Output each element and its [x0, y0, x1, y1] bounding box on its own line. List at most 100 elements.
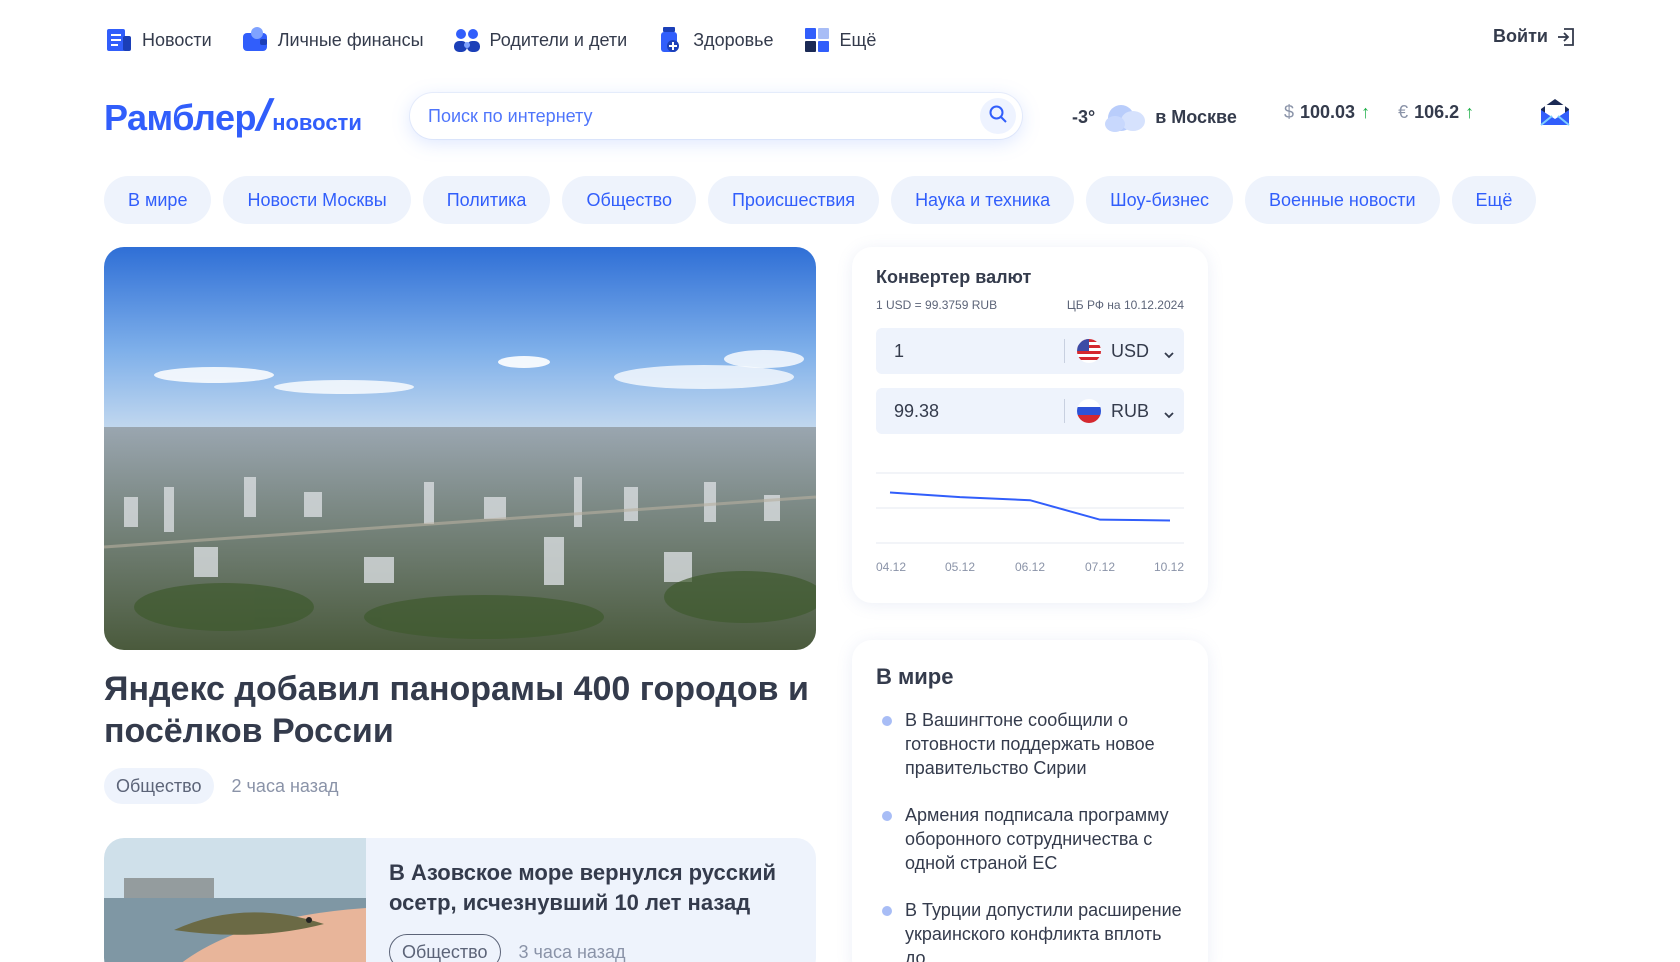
- hero-tag[interactable]: Общество: [104, 768, 214, 804]
- world-news-list: В Вашингтоне сообщили о готовности подде…: [876, 708, 1184, 962]
- currency-from-code: USD: [1111, 340, 1150, 361]
- grid-icon: [802, 25, 832, 55]
- amount-to-input[interactable]: [894, 400, 1064, 422]
- nav-item-family[interactable]: Родители и дети: [452, 25, 628, 55]
- x-tick-label: 05.12: [945, 560, 975, 574]
- rambler-logo[interactable]: Рамблер / новости: [104, 91, 362, 140]
- world-news-widget: В мире В Вашингтоне сообщили о готовност…: [852, 640, 1208, 962]
- nav-item-label: Родители и дети: [489, 29, 628, 50]
- chevron-down-icon: [1163, 345, 1175, 359]
- hero-image[interactable]: [104, 247, 816, 650]
- search-button[interactable]: [980, 98, 1016, 134]
- x-tick-label: 06.12: [1015, 560, 1045, 574]
- x-tick-label: 10.12: [1154, 560, 1184, 574]
- hero-time: 2 часа назад: [231, 775, 339, 796]
- rate-value: 106.2: [1414, 102, 1460, 122]
- rate-chart-svg: 04.12 05.12 06.12 07.12 10.12: [876, 472, 1184, 574]
- hero-headline[interactable]: Яндекс добавил панорамы 400 городов и по…: [104, 668, 824, 752]
- currency-to-select[interactable]: RUB: [1077, 399, 1175, 423]
- login-button[interactable]: Войти: [1493, 26, 1576, 47]
- x-tick-label: 04.12: [876, 560, 906, 574]
- search-input[interactable]: [428, 105, 980, 127]
- chip-moscow[interactable]: Новости Москвы: [223, 176, 411, 224]
- nav-item-label: Здоровье: [693, 29, 774, 50]
- search-bar: [410, 93, 1022, 139]
- logo-section: новости: [272, 110, 362, 135]
- currency-rates: $ 100.03 ↑ € 106.2 ↑: [1284, 102, 1502, 123]
- chip-showbiz[interactable]: Шоу-бизнес: [1086, 176, 1234, 224]
- bullet-dot: [882, 906, 892, 916]
- medicine-icon: [655, 25, 685, 55]
- mail-icon[interactable]: [1538, 96, 1572, 130]
- nav-item-more[interactable]: Ещё: [802, 25, 877, 55]
- rate-value: 100.03: [1300, 102, 1356, 122]
- logo-brand: Рамблер: [104, 97, 256, 138]
- chip-science[interactable]: Наука и техника: [891, 176, 1075, 224]
- news-text: В Турции допустили расширение украинског…: [905, 900, 1182, 962]
- cloud-icon: [1101, 100, 1149, 134]
- euro-sign: €: [1398, 102, 1409, 122]
- series-line: [889, 491, 1171, 522]
- converter-title: Конвертер валют: [876, 267, 1032, 287]
- arrow-up-icon: ↑: [1465, 102, 1475, 122]
- chevron-down-icon: [1163, 405, 1175, 419]
- wallet-icon: [240, 25, 270, 55]
- converter-rate-line: 1 USD = 99.3759 RUB: [876, 298, 998, 312]
- converter-to-field: RUB: [876, 388, 1184, 434]
- nav-item-news[interactable]: Новости: [104, 25, 212, 55]
- nav-item-label: Личные финансы: [277, 29, 424, 50]
- newspaper-icon: [104, 25, 134, 55]
- login-icon: [1556, 27, 1576, 47]
- weather-city: в Москве: [1155, 106, 1237, 127]
- converter-subtitle: 1 USD = 99.3759 RUB ЦБ РФ на 10.12.2024: [876, 298, 1184, 312]
- family-icon: [452, 25, 482, 55]
- chip-politics[interactable]: Политика: [422, 176, 551, 224]
- rate-usd[interactable]: $ 100.03 ↑: [1284, 102, 1370, 123]
- nav-item-finance[interactable]: Личные финансы: [240, 25, 424, 55]
- nav-item-health[interactable]: Здоровье: [655, 25, 774, 55]
- article-tag[interactable]: Общество: [389, 934, 501, 962]
- dollar-sign: $: [1284, 102, 1295, 122]
- currency-to-code: RUB: [1111, 400, 1150, 421]
- nav-item-label: Новости: [142, 29, 212, 50]
- search-icon: [988, 104, 1008, 129]
- top-navigation: Новости Личные финансы Родители и дети З…: [104, 18, 1576, 62]
- converter-source-line: ЦБ РФ на 10.12.2024: [1066, 298, 1184, 312]
- bullet-dot: [882, 811, 892, 821]
- chip-society[interactable]: Общество: [562, 176, 696, 224]
- arrow-up-icon: ↑: [1361, 102, 1371, 122]
- world-news-title: В мире: [876, 664, 954, 689]
- converter-from-field: USD: [876, 328, 1184, 374]
- chip-more[interactable]: Ещё: [1451, 176, 1537, 224]
- hero-meta: Общество 2 часа назад: [104, 768, 338, 804]
- article-title: В Азовское море вернулся русский осетр, …: [389, 860, 777, 915]
- header: Рамблер / новости -3° в Москве $ 100.03 …: [104, 86, 1576, 146]
- article-card[interactable]: В Азовское море вернулся русский осетр, …: [104, 838, 816, 962]
- amount-from-input[interactable]: [894, 340, 1064, 362]
- list-item[interactable]: Армения подписала программу оборонного с…: [876, 803, 1184, 875]
- article-thumbnail: [104, 838, 366, 962]
- list-item[interactable]: В Турции допустили расширение украинског…: [876, 898, 1184, 962]
- login-label: Войти: [1493, 26, 1548, 46]
- x-tick-label: 07.12: [1085, 560, 1115, 574]
- article-meta: Общество 3 часа назад: [389, 934, 625, 962]
- chip-world[interactable]: В мире: [104, 176, 212, 224]
- weather-temp: -3°: [1072, 106, 1096, 127]
- us-flag-icon: [1077, 339, 1101, 363]
- weather-widget[interactable]: -3° в Москве: [1072, 100, 1237, 134]
- nav-item-label: Ещё: [839, 29, 877, 50]
- article-time: 3 часа назад: [518, 941, 626, 962]
- field-divider: [1064, 339, 1065, 363]
- list-item[interactable]: В Вашингтоне сообщили о готовности подде…: [876, 708, 1184, 780]
- category-chips: В мире Новости Москвы Политика Общество …: [104, 176, 1548, 224]
- ru-flag-icon: [1077, 399, 1101, 423]
- field-divider: [1064, 399, 1065, 423]
- currency-from-select[interactable]: USD: [1077, 339, 1175, 363]
- rate-eur[interactable]: € 106.2 ↑: [1398, 102, 1474, 123]
- rate-chart: 04.12 05.12 06.12 07.12 10.12: [876, 465, 1184, 585]
- news-text: В Вашингтоне сообщили о готовности подде…: [905, 710, 1155, 778]
- currency-converter: Конвертер валют 1 USD = 99.3759 RUB ЦБ Р…: [852, 247, 1208, 603]
- chip-incidents[interactable]: Происшествия: [707, 176, 880, 224]
- chip-military[interactable]: Военные новости: [1245, 176, 1440, 224]
- news-text: Армения подписала программу оборонного с…: [905, 805, 1169, 873]
